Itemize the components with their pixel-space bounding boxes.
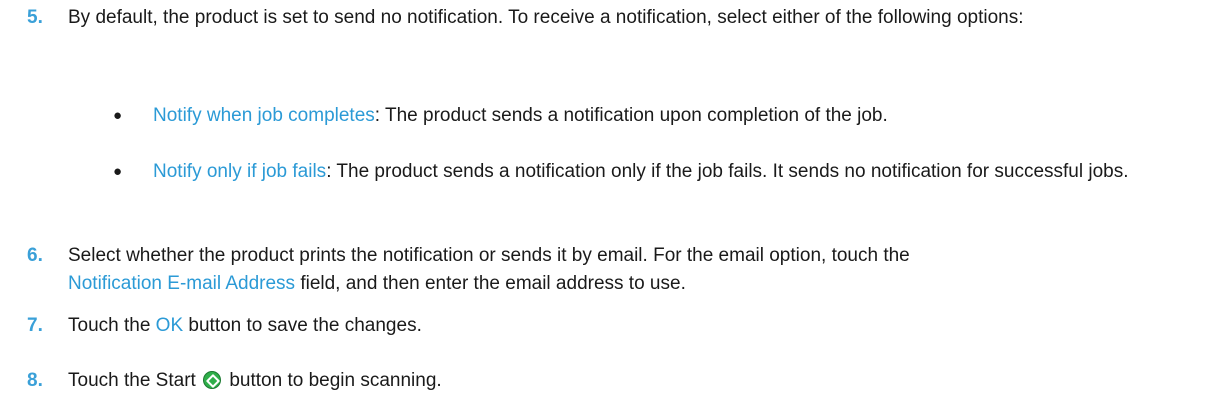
- step-6-term: Notification E-mail Address: [68, 273, 296, 294]
- option-term: Notify when job completes: [153, 105, 375, 126]
- step-5-number: 5.: [27, 7, 43, 28]
- option-desc: : The product sends a notification upon …: [374, 105, 888, 126]
- bullet-icon: ●: [113, 163, 123, 180]
- start-button-icon: [203, 371, 222, 389]
- option-notify-fails: Notify only if job fails: The product se…: [153, 158, 1133, 186]
- step-7-text-a: Touch the: [68, 315, 156, 336]
- step-7-text: Touch the OK button to save the changes.: [68, 312, 1128, 340]
- step-7-term: OK: [155, 315, 184, 336]
- step-7-text-b: button to save the changes.: [183, 315, 422, 336]
- option-term: Notify only if job fails: [153, 161, 327, 182]
- step-8-text: Touch the Start button to begin scanning…: [68, 367, 1128, 395]
- step-8-text-a: Touch the Start: [68, 370, 202, 391]
- option-desc: : The product sends a notification only …: [326, 161, 1129, 182]
- document-page: 5. By default, the product is set to sen…: [0, 0, 1210, 415]
- step-6-text-b: field, and then enter the email address …: [295, 273, 686, 294]
- step-8-text-b: button to begin scanning.: [224, 370, 442, 391]
- step-6-text: Select whether the product prints the no…: [68, 242, 1128, 298]
- step-5-text: By default, the product is set to send n…: [68, 7, 1024, 28]
- step-8-number: 8.: [27, 370, 43, 391]
- bullet-icon: ●: [113, 107, 123, 124]
- option-notify-completes: Notify when job completes: The product s…: [153, 102, 1133, 130]
- step-7-number: 7.: [27, 315, 43, 336]
- step-6-number: 6.: [27, 245, 43, 266]
- step-6-text-a: Select whether the product prints the no…: [68, 245, 910, 266]
